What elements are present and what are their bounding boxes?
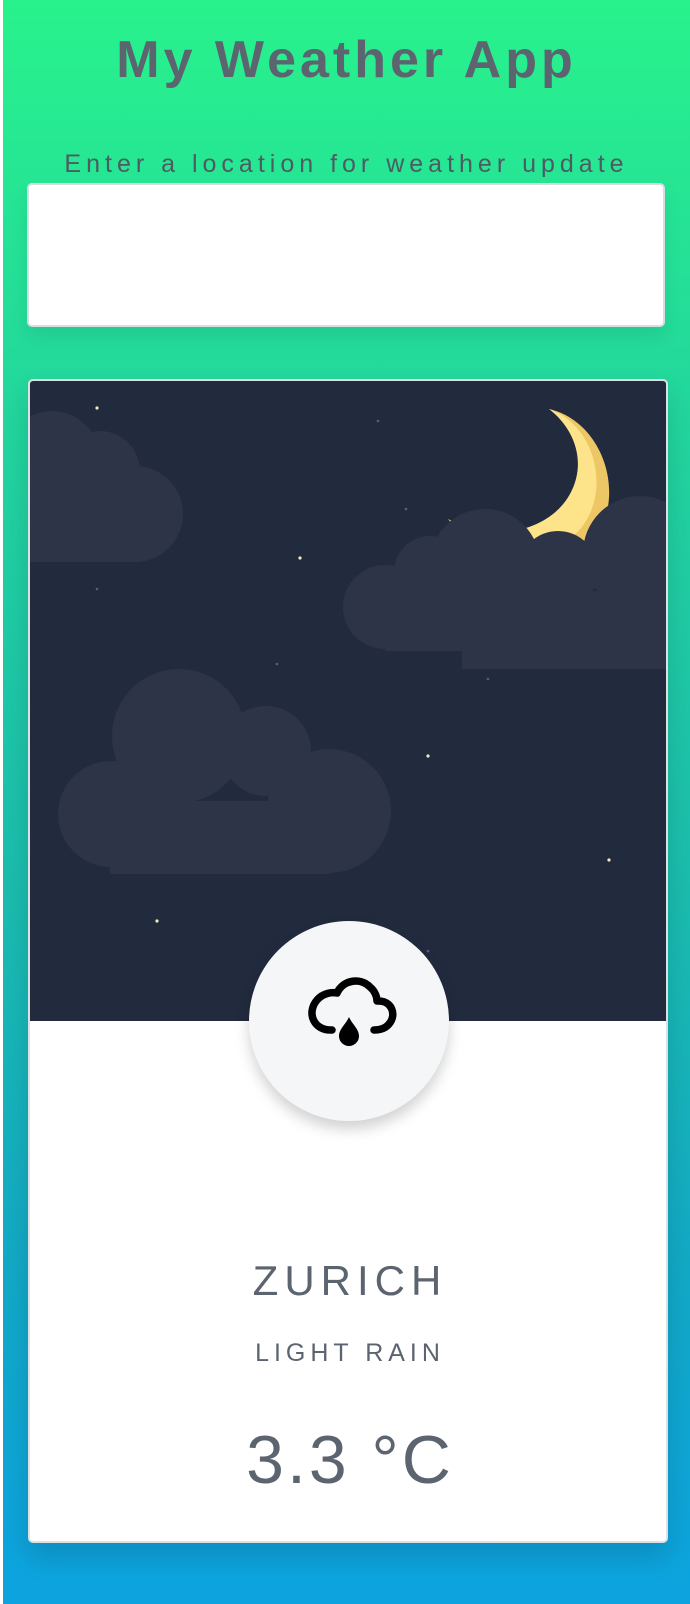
city-name: ZURICH <box>252 1257 448 1304</box>
temperature: 3.3 °C <box>246 1422 454 1498</box>
cloud-rain-icon <box>308 977 397 1046</box>
app-background: My Weather App Enter a location for weat… <box>3 0 690 1604</box>
app-title: My Weather App <box>116 31 577 89</box>
search-label: Enter a location for weather update <box>64 150 629 178</box>
weather-icon-badge <box>249 921 449 1121</box>
weather-condition: LIGHT RAIN <box>255 1339 445 1367</box>
location-search-input[interactable] <box>27 183 665 327</box>
weather-card: ZURICH LIGHT RAIN 3.3 °C <box>28 379 668 1543</box>
